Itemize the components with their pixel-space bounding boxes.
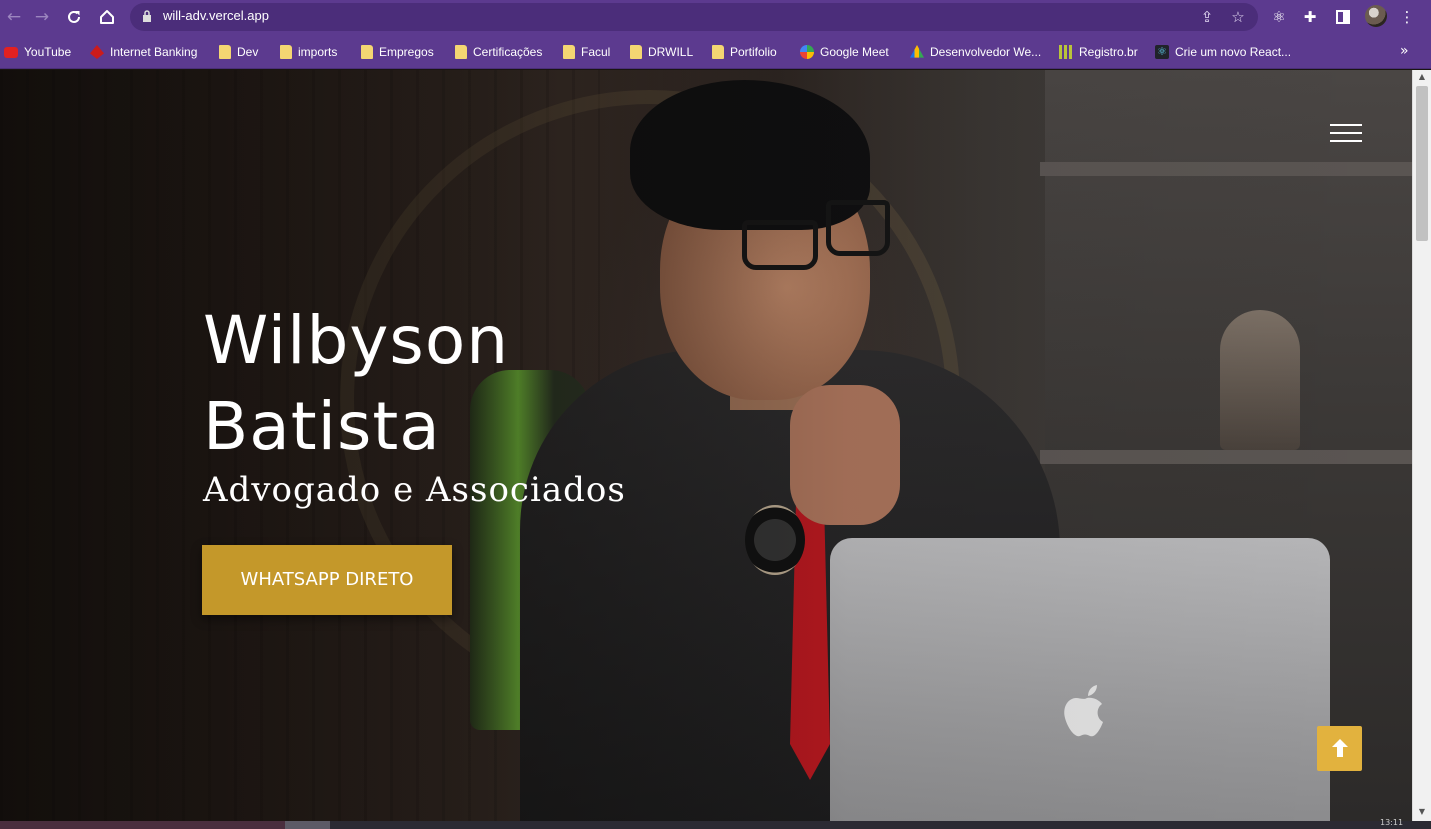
forward-button[interactable]: →	[30, 6, 54, 28]
bookmark-desenvolvedor-web[interactable]: Desenvolvedor We...	[910, 43, 1041, 61]
hamburger-menu-button[interactable]	[1330, 124, 1362, 146]
browser-menu-icon[interactable]: ⋮	[1396, 6, 1418, 28]
bookmark-label: Crie um novo React...	[1175, 45, 1292, 59]
drive-icon	[910, 45, 924, 58]
hero-section: Wilbyson Batista Advogado e Associados W…	[0, 70, 1412, 821]
bookmark-label: Registro.br	[1079, 45, 1138, 59]
reload-button[interactable]	[62, 6, 86, 28]
bookmark-label: Certificações	[473, 45, 543, 59]
scroll-up-arrow-icon[interactable]: ▲	[1413, 72, 1431, 84]
bookmark-folder-facul[interactable]: Facul	[563, 43, 610, 61]
hero-subtitle: Advogado e Associados	[203, 470, 626, 510]
bookmark-folder-dev[interactable]: Dev	[219, 43, 258, 61]
scroll-down-arrow-icon[interactable]: ▼	[1413, 807, 1431, 819]
bookmark-label: Dev	[237, 45, 259, 59]
scrollbar-thumb[interactable]	[1416, 86, 1428, 241]
profile-avatar[interactable]	[1365, 5, 1387, 27]
folder-icon	[563, 45, 575, 59]
address-bar[interactable]: will-adv.vercel.app ⇪ ☆	[130, 3, 1258, 31]
youtube-icon	[4, 46, 18, 58]
bookmark-folder-drwill[interactable]: DRWILL	[630, 43, 693, 61]
bookmark-label: DRWILL	[648, 45, 694, 59]
folder-icon	[280, 45, 292, 59]
hero-title-first-name: Wilbyson	[203, 302, 510, 379]
whatsapp-cta-button[interactable]: WHATSAPP DIRETO	[202, 545, 452, 615]
taskbar-clock: 13:11	[1380, 818, 1404, 827]
scroll-to-top-button[interactable]	[1317, 726, 1362, 771]
bookmark-youtube[interactable]: YouTube	[4, 43, 71, 61]
os-taskbar: 13:11	[0, 818, 1431, 829]
taskbar-segment	[285, 821, 330, 829]
star-icon[interactable]: ☆	[1228, 8, 1248, 26]
bookmark-folder-portifolio[interactable]: Portifolio	[712, 43, 777, 61]
share-icon[interactable]: ⇪	[1197, 8, 1217, 26]
hero-title: Wilbyson Batista	[203, 298, 703, 470]
bookmark-label: YouTube	[24, 45, 72, 59]
bookmarks-overflow-icon[interactable]: »	[1400, 43, 1409, 59]
bookmarks-bar: YouTube Internet Banking Dev imports Emp…	[0, 35, 1431, 69]
folder-icon	[219, 45, 231, 59]
reload-icon	[68, 10, 80, 23]
bookmark-google-meet[interactable]: Google Meet	[800, 43, 889, 61]
registro-icon	[1059, 45, 1073, 59]
arrow-up-icon	[1331, 739, 1348, 757]
bookmark-label: Internet Banking	[110, 45, 198, 59]
bookmark-folder-imports[interactable]: imports	[280, 43, 337, 61]
bookmark-label: Desenvolvedor We...	[930, 45, 1042, 59]
bookmark-folder-empregos[interactable]: Empregos	[361, 43, 434, 61]
extensions-icon[interactable]: ✚	[1299, 6, 1321, 28]
folder-icon	[712, 45, 724, 59]
side-panel-glyph	[1336, 10, 1350, 24]
react-icon: ⚛	[1155, 45, 1169, 59]
bookmark-label: Portifolio	[730, 45, 777, 59]
bookmark-registro-br[interactable]: Registro.br	[1059, 43, 1138, 61]
page-scrollbar[interactable]: ▲ ▼	[1412, 70, 1431, 821]
bookmark-create-react-app[interactable]: ⚛ Crie um novo React...	[1155, 43, 1291, 61]
home-button[interactable]	[95, 6, 119, 28]
react-devtools-icon[interactable]: ⚛	[1268, 6, 1290, 28]
bank-icon	[90, 45, 104, 59]
home-icon	[100, 10, 114, 24]
folder-icon	[361, 45, 373, 59]
browser-toolbar: ← → will-adv.vercel.app ⇪ ☆ ⚛ ✚ ⋮	[0, 0, 1431, 35]
hero-title-last-name: Batista	[203, 388, 441, 465]
bookmark-label: imports	[298, 45, 338, 59]
bookmark-folder-certificacoes[interactable]: Certificações	[455, 43, 542, 61]
folder-icon	[455, 45, 467, 59]
lock-icon	[143, 10, 151, 22]
bookmark-label: Empregos	[379, 45, 434, 59]
meet-icon	[800, 45, 814, 59]
bookmark-label: Google Meet	[820, 45, 889, 59]
bookmark-label: Facul	[581, 45, 611, 59]
side-panel-icon[interactable]	[1332, 6, 1354, 28]
back-button[interactable]: ←	[2, 6, 26, 28]
folder-icon	[630, 45, 642, 59]
taskbar-segment	[0, 821, 285, 829]
bookmark-internet-banking[interactable]: Internet Banking	[90, 43, 197, 61]
url-text: will-adv.vercel.app	[163, 8, 269, 23]
